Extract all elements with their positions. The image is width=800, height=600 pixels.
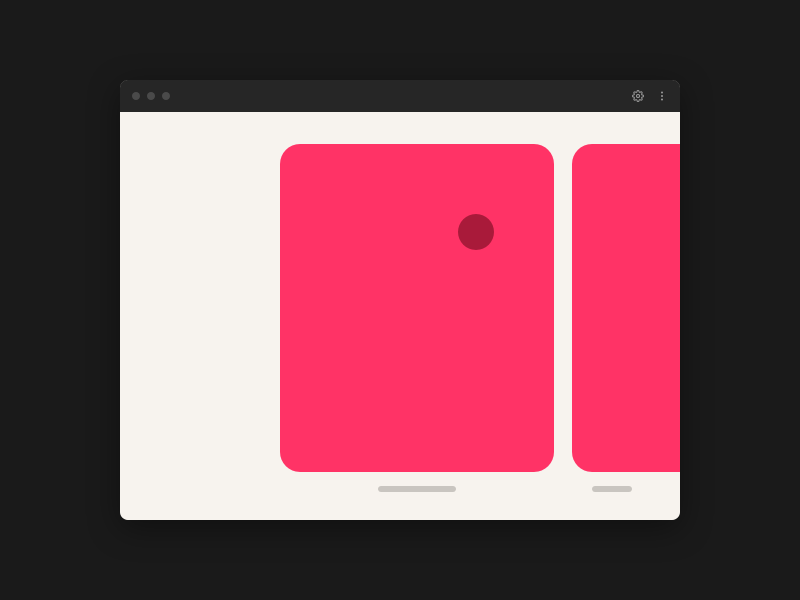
title-bar-actions <box>632 90 668 102</box>
minimize-window-button[interactable] <box>147 92 155 100</box>
more-vertical-icon[interactable] <box>656 90 668 102</box>
traffic-lights <box>132 92 170 100</box>
card-item <box>572 144 680 492</box>
card-carousel[interactable] <box>280 144 680 492</box>
maximize-window-button[interactable] <box>162 92 170 100</box>
card[interactable] <box>572 144 680 472</box>
browser-window <box>120 80 680 520</box>
card-accent-dot <box>458 214 494 250</box>
card-caption-placeholder <box>592 486 632 492</box>
card-caption-placeholder <box>378 486 456 492</box>
gear-icon[interactable] <box>632 90 644 102</box>
title-bar <box>120 80 680 112</box>
content-area <box>120 112 680 520</box>
card-item <box>280 144 554 492</box>
close-window-button[interactable] <box>132 92 140 100</box>
card[interactable] <box>280 144 554 472</box>
